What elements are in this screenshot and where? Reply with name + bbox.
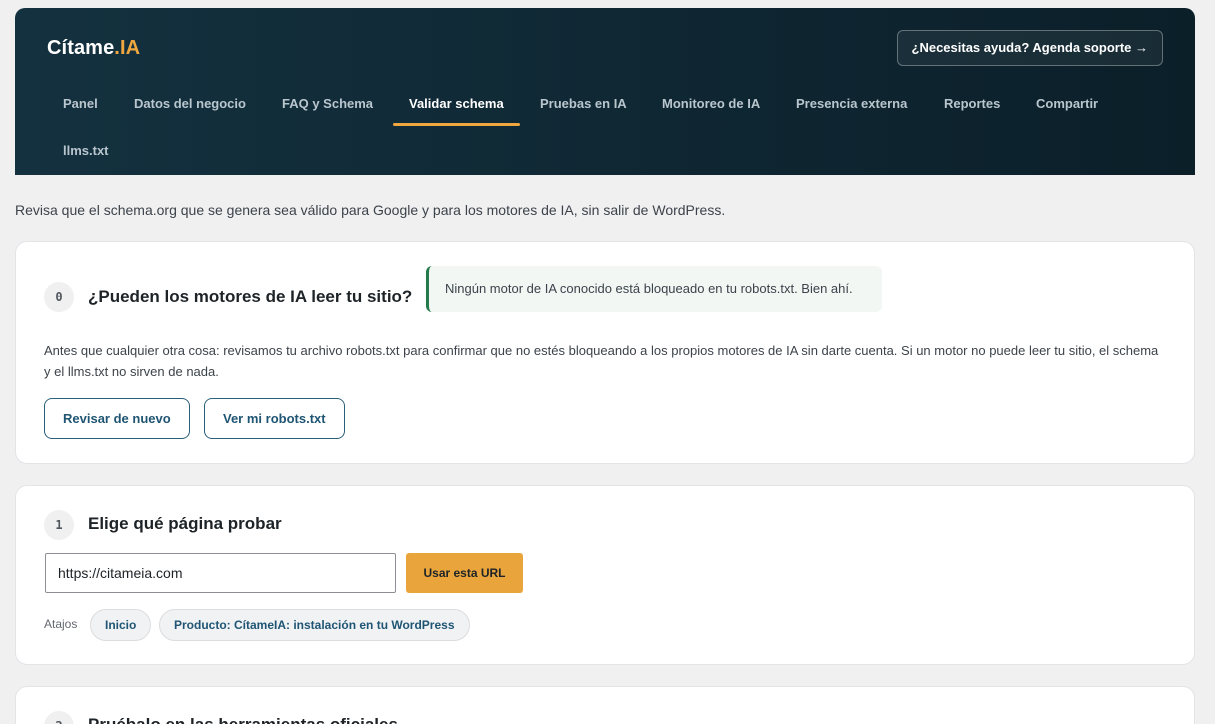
- official-tools-card: 2 Pruébalo en las herramientas oficiales: [15, 686, 1195, 724]
- page-intro: Revisa que el schema.org que se genera s…: [15, 202, 726, 218]
- robots-check-card: 0 ¿Pueden los motores de IA leer tu siti…: [15, 241, 1195, 464]
- brand-logo: Cítame.IA: [47, 37, 140, 60]
- shortcut-chip-home[interactable]: Inicio: [90, 609, 152, 641]
- choose-page-card: 1 Elige qué página probar Usar esta URL …: [15, 485, 1195, 665]
- step-number: 0: [44, 282, 74, 312]
- plugin-header: Cítame.IA ¿Necesitas ayuda? Agenda sopor…: [15, 8, 1195, 175]
- tab-faq-schema[interactable]: FAQ y Schema: [266, 84, 389, 124]
- tab-business-data[interactable]: Datos del negocio: [118, 84, 262, 124]
- tab-panel[interactable]: Panel: [47, 84, 114, 124]
- card-title: ¿Pueden los motores de IA leer tu sitio?: [88, 287, 413, 306]
- tab-ai-tests[interactable]: Pruebas en IA: [524, 84, 643, 124]
- success-notice: Ningún motor de IA conocido está bloquea…: [426, 266, 882, 312]
- card-description: Antes que cualquier otra cosa: revisamos…: [44, 343, 1159, 379]
- tab-share[interactable]: Compartir: [1020, 84, 1114, 124]
- shortcuts-label: Atajos: [44, 617, 78, 631]
- brand-accent: .IA: [114, 37, 141, 59]
- url-input[interactable]: [45, 553, 396, 593]
- support-button[interactable]: ¿Necesitas ayuda? Agenda soporte →: [896, 30, 1163, 66]
- card-title: Pruébalo en las herramientas oficiales: [88, 715, 398, 724]
- tab-external-presence[interactable]: Presencia externa: [780, 84, 923, 124]
- tab-reports[interactable]: Reportes: [928, 84, 1016, 124]
- tab-ai-monitoring[interactable]: Monitoreo de IA: [646, 84, 776, 124]
- use-url-button[interactable]: Usar esta URL: [406, 553, 523, 593]
- shortcut-chip-product[interactable]: Producto: CítameIA: instalación en tu Wo…: [159, 609, 470, 641]
- tab-validate-schema[interactable]: Validar schema: [393, 84, 520, 126]
- tab-llms-txt[interactable]: llms.txt: [47, 131, 125, 171]
- step-number: 2: [44, 711, 74, 724]
- brand-name: Cítame: [47, 37, 115, 59]
- view-robots-button[interactable]: Ver mi robots.txt: [204, 398, 345, 439]
- recheck-button[interactable]: Revisar de nuevo: [44, 398, 190, 439]
- step-number: 1: [44, 510, 74, 540]
- card-title: Elige qué página probar: [88, 514, 282, 533]
